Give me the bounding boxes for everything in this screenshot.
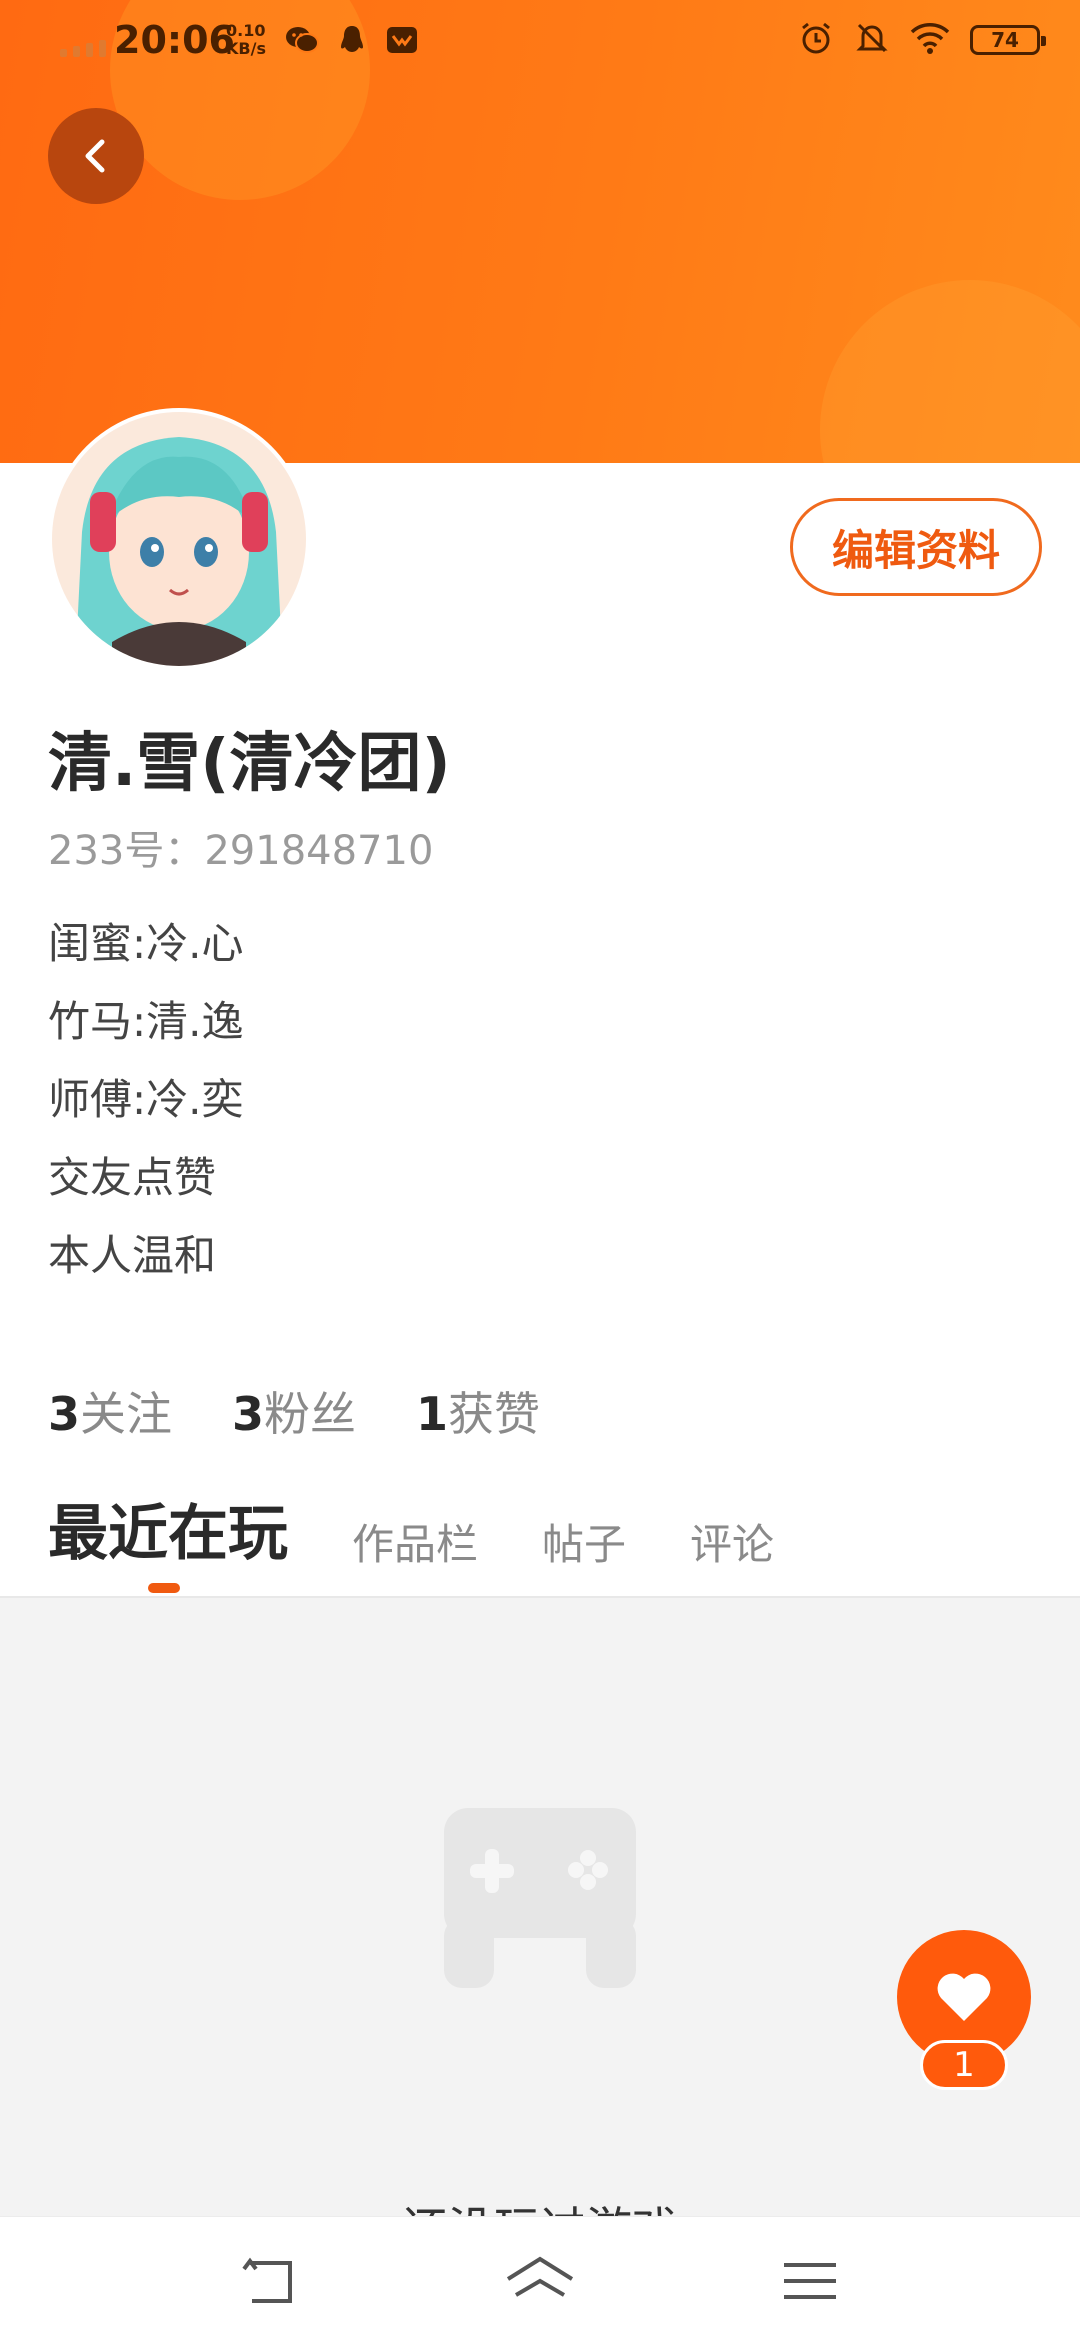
bio-line: 师傅:冷.奕: [48, 1075, 244, 1124]
fans-stat[interactable]: 3粉丝: [232, 1378, 356, 1444]
signal-icon: [60, 40, 106, 57]
stats-row: 3关注 3粉丝 1获赞: [48, 1378, 540, 1444]
bio-line: 竹马:清.逸: [48, 997, 244, 1046]
bio-line: 本人温和: [48, 1231, 217, 1280]
wechat-icon: [284, 22, 320, 58]
message-icon: [384, 22, 420, 58]
tab-posts[interactable]: 帖子: [542, 1511, 626, 1572]
empty-state-text: 还没玩过游戏: [0, 2193, 1080, 2218]
chevron-left-icon: [85, 139, 105, 173]
bio: 闺蜜:冷.心 竹马:清.逸 师傅:冷.奕 交友点赞 本人温和: [48, 912, 244, 1302]
back-nav-icon[interactable]: [230, 2251, 310, 2311]
tab-comments[interactable]: 评论: [690, 1511, 774, 1572]
gamepad-icon: [438, 1768, 642, 2012]
back-button[interactable]: [48, 108, 144, 204]
net-speed: 0.10 KB/s: [226, 21, 266, 58]
tab-works[interactable]: 作品栏: [352, 1511, 478, 1572]
status-time: 20:06: [114, 18, 235, 62]
tab-content: 还没玩过游戏: [0, 1596, 1080, 2218]
likes-stat[interactable]: 1获赞: [416, 1378, 540, 1444]
bio-line: 闺蜜:冷.心: [48, 919, 244, 968]
system-nav-bar: [0, 2216, 1080, 2341]
nickname: 清.雪(清冷团): [48, 727, 451, 801]
menu-nav-icon[interactable]: [770, 2251, 850, 2311]
heart-icon: [937, 1973, 991, 2021]
profile-tabs: 最近在玩 作品栏 帖子 评论: [48, 1485, 838, 1593]
home-nav-icon[interactable]: [500, 2251, 580, 2311]
qq-icon: [334, 22, 370, 58]
edit-profile-button[interactable]: 编辑资料: [790, 498, 1042, 596]
tab-indicator: [148, 1583, 180, 1593]
user-id: 233号：291848710: [48, 828, 434, 874]
mute-bell-icon: [854, 20, 890, 60]
avatar[interactable]: [52, 412, 306, 666]
like-count-badge: 1: [920, 2040, 1008, 2090]
following-stat[interactable]: 3关注: [48, 1378, 172, 1444]
status-bar: 20:06 0.10 KB/s 74: [0, 0, 1080, 84]
wifi-icon: [910, 21, 950, 59]
alarm-icon: [798, 20, 834, 60]
tab-recent-played[interactable]: 最近在玩: [48, 1485, 288, 1593]
battery-icon: 74: [970, 25, 1046, 55]
bio-line: 交友点赞: [48, 1153, 217, 1202]
